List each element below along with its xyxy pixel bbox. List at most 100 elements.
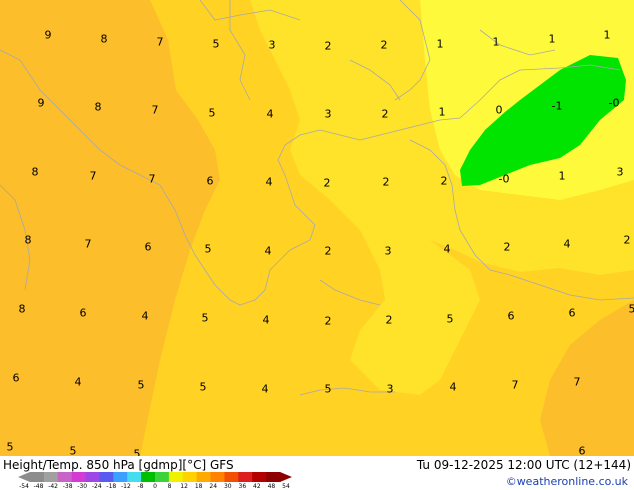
- temperature-label: 4: [74, 375, 82, 389]
- legend-swatch: [127, 472, 142, 482]
- temperature-label: 4: [449, 380, 457, 394]
- legend-tick-label: -12: [120, 483, 131, 490]
- legend-tick-label: 48: [267, 483, 276, 490]
- temperature-label: 3: [616, 165, 624, 179]
- legend-swatch: [85, 472, 100, 482]
- legend-tick-label: -30: [77, 483, 88, 490]
- legend-swatch: [155, 472, 170, 482]
- temperature-label: 8: [100, 32, 108, 46]
- temperature-label: 7: [89, 169, 97, 183]
- credit-link[interactable]: ©weatheronline.co.uk: [506, 476, 628, 487]
- legend-swatch: [99, 472, 114, 482]
- legend-tick-label: 30: [223, 483, 232, 490]
- temperature-label: 5: [204, 242, 212, 256]
- temperature-label: 6: [144, 240, 152, 254]
- legend-swatch: [168, 472, 184, 482]
- temperature-label: 1: [438, 105, 446, 119]
- temperature-label: 8: [94, 100, 102, 114]
- temperature-label: 4: [264, 244, 272, 258]
- temperature-label: 5: [208, 106, 216, 120]
- temperature-label: 6: [507, 309, 515, 323]
- temperature-label: 8: [31, 165, 39, 179]
- temperature-label: 1: [603, 28, 611, 42]
- temperature-label: 5: [201, 311, 209, 325]
- legend-swatch: [196, 472, 212, 482]
- legend-swatch: [266, 472, 281, 482]
- valid-time: Tu 09-12-2025 12:00 UTC (12+144): [416, 458, 631, 472]
- temperature-label: 0: [495, 103, 503, 117]
- temperature-label: 2: [623, 233, 631, 247]
- temperature-label: 7: [84, 237, 92, 251]
- temperature-label: 1: [548, 32, 556, 46]
- map-title: Height/Temp. 850 hPa [gdmp][°C] GFS: [3, 458, 234, 472]
- legend-swatch: [252, 472, 267, 482]
- temperature-label: 7: [573, 375, 581, 389]
- temperature-label: 1: [492, 35, 500, 49]
- temperature-label: 5: [133, 447, 141, 457]
- temperature-label: -0: [498, 172, 510, 186]
- legend-tick-label: 18: [194, 483, 203, 490]
- legend-tick-label: 42: [253, 483, 261, 490]
- legend-swatch: [224, 472, 239, 482]
- legend-tick-label: 24: [209, 483, 218, 490]
- legend-tick-label: -24: [91, 483, 102, 490]
- temperature-label: 9: [44, 28, 52, 42]
- temperature-label: 6: [12, 371, 20, 385]
- temperature-label: 2: [381, 107, 389, 121]
- legend-swatch: [30, 472, 45, 482]
- temperature-label: 8: [18, 302, 26, 316]
- legend-swatch: [71, 472, 87, 482]
- temperature-label: 4: [141, 309, 149, 323]
- temperature-label: 3: [386, 382, 394, 396]
- legend-tick-label: -38: [62, 483, 73, 490]
- temperature-label: 4: [563, 237, 571, 251]
- temperature-label: 5: [628, 302, 634, 316]
- temperature-map: 9 8 7 5 3 2 2 1 1 1 1 9 8 7 5 4 3 2 1 0 -1 -0 8 7 7 6 4 2 2 2 -0 1 3 8 7 6 5…: [0, 0, 634, 456]
- legend-tick-label: -48: [33, 483, 44, 490]
- legend-swatch: [57, 472, 73, 482]
- temperature-label: 2: [380, 38, 388, 52]
- temperature-label: 7: [511, 378, 519, 392]
- temperature-label: 5: [446, 312, 454, 326]
- temperature-label: 2: [324, 39, 332, 53]
- temperature-label: 4: [443, 242, 451, 256]
- legend-swatch: [182, 472, 198, 482]
- legend-arrow-left: [18, 472, 30, 482]
- legend-swatch: [238, 472, 253, 482]
- legend-tick-label: -54: [19, 483, 29, 490]
- temperature-label: 7: [148, 172, 156, 186]
- temperature-label: 2: [382, 175, 390, 189]
- legend-swatch: [43, 472, 59, 482]
- temperature-label: 5: [6, 440, 14, 454]
- temperature-label: 3: [324, 107, 332, 121]
- temperature-label: 6: [206, 174, 214, 188]
- temperature-label: 9: [37, 96, 45, 110]
- temperature-label: 2: [440, 174, 448, 188]
- temperature-label: 1: [436, 37, 444, 51]
- temperature-label: 5: [324, 382, 332, 396]
- temperature-label: 2: [323, 176, 331, 190]
- temperature-label: -1: [551, 99, 563, 113]
- legend-tick-label: -42: [48, 483, 59, 490]
- map-canvas: [0, 0, 634, 456]
- temperature-label: 4: [265, 175, 273, 189]
- legend-tick-label: -18: [106, 483, 117, 490]
- temperature-label: 4: [262, 313, 270, 327]
- temperature-label: 5: [199, 380, 207, 394]
- temperature-label: 8: [24, 233, 32, 247]
- temperature-label: 3: [384, 244, 392, 258]
- temperature-label: 5: [69, 444, 77, 457]
- temperature-label: 5: [212, 37, 220, 51]
- temperature-label: 5: [137, 378, 145, 392]
- temperature-label: 6: [568, 306, 576, 320]
- temperature-label: 2: [503, 240, 511, 254]
- temperature-label: 4: [266, 107, 274, 121]
- color-legend: [18, 472, 292, 482]
- legend-swatch: [113, 472, 128, 482]
- legend-tick-label: 8: [167, 483, 172, 490]
- legend-arrow-right: [280, 472, 292, 482]
- temperature-label: 4: [261, 382, 269, 396]
- temperature-label: 6: [578, 444, 586, 457]
- legend-tick-label: 12: [180, 483, 188, 490]
- legend-tick-label: -8: [137, 483, 144, 490]
